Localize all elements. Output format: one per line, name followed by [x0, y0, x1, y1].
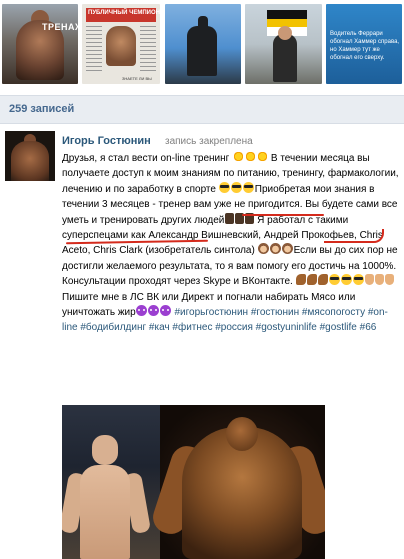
- sun-emoji-icon: [244, 151, 256, 162]
- post-text: Друзья, я стал вести on-line тренинг В т…: [62, 151, 400, 336]
- photo-ferrari-note[interactable]: Водитель Феррари обогнал Хаммер справа, …: [326, 4, 402, 84]
- emoji-group-sun: [232, 151, 268, 164]
- avatar[interactable]: [5, 131, 55, 181]
- note-text: Водитель Феррари обогнал Хаммер справа, …: [330, 31, 400, 61]
- emoji-group-glasses: [219, 181, 255, 195]
- post-text-segment: Друзья, я стал вести on-line тренинг: [62, 153, 233, 164]
- figure-head: [226, 417, 258, 451]
- magazine-text-column: [140, 26, 156, 74]
- arm-emoji-icon: [296, 274, 307, 286]
- avatar-body: [11, 141, 49, 181]
- photo-caption: ТРЕНАЖ: [42, 22, 78, 32]
- glasses-emoji-icon: [231, 181, 243, 193]
- sun-emoji-icon: [232, 151, 244, 162]
- glasses-emoji-icon: [243, 181, 255, 193]
- emoji-group-horns: [224, 212, 254, 226]
- statue-silhouette: [187, 26, 217, 76]
- emoji-group-devils: [136, 305, 172, 318]
- arm-emoji-icon: [307, 274, 318, 286]
- emoji-group-arms: [296, 274, 329, 287]
- photo-after: [148, 405, 325, 559]
- figure-head: [92, 435, 118, 465]
- devil-emoji-icon: [148, 305, 160, 317]
- ok-emoji-icon: [385, 274, 395, 286]
- ok-emoji-icon: [365, 274, 375, 286]
- wall-count[interactable]: 259 записей: [9, 103, 74, 115]
- glasses-emoji-icon: [341, 274, 353, 286]
- sun-emoji-icon: [256, 151, 268, 162]
- emoji-group-glasses-ok: [329, 274, 395, 287]
- red-underline: [242, 214, 324, 216]
- figure-torso: [80, 465, 130, 559]
- post-photo-collage[interactable]: [62, 405, 325, 559]
- photo-statue[interactable]: [165, 4, 241, 84]
- monkey-emoji-icon: [270, 243, 282, 255]
- arm-emoji-icon: [318, 274, 329, 286]
- magazine-footer: ЗНАЕТЕ ЛИ ВЫ: [122, 76, 152, 81]
- monkey-emoji-icon: [258, 243, 270, 255]
- photo-magazine[interactable]: ПУБЛИЧНЫЙ ЧЕМПИОН ЗНАЕТЕ ЛИ ВЫ: [82, 4, 160, 84]
- man-face: [278, 26, 292, 40]
- emoji-group-monkeys: [258, 243, 294, 256]
- photo-flag-man[interactable]: [245, 4, 322, 84]
- pinned-label: запись закреплена: [165, 136, 253, 147]
- photo-before: [62, 405, 160, 559]
- red-underline: [324, 229, 384, 243]
- ok-emoji-icon: [375, 274, 385, 286]
- monkey-emoji-icon: [282, 243, 294, 255]
- photo-bodybuilder-street[interactable]: ТРЕНАЖ: [2, 4, 78, 84]
- glasses-emoji-icon: [219, 181, 231, 193]
- glasses-emoji-icon: [329, 274, 341, 286]
- wall-count-header: 259 записей: [0, 95, 404, 124]
- devil-emoji-icon: [160, 305, 172, 317]
- magazine-title: ПУБЛИЧНЫЙ ЧЕМПИОН: [88, 10, 160, 16]
- devil-emoji-icon: [136, 305, 148, 317]
- glasses-emoji-icon: [353, 274, 365, 286]
- photo-strip: ТРЕНАЖ ПУБЛИЧНЫЙ ЧЕМПИОН ЗНАЕТЕ ЛИ ВЫ Во…: [0, 0, 404, 90]
- man-figure: [273, 34, 297, 82]
- horns-emoji-icon: [224, 212, 234, 224]
- magazine-text-column: [86, 26, 102, 74]
- magazine-photo: [106, 26, 136, 66]
- post-author[interactable]: Игорь Гостюнин: [62, 135, 151, 147]
